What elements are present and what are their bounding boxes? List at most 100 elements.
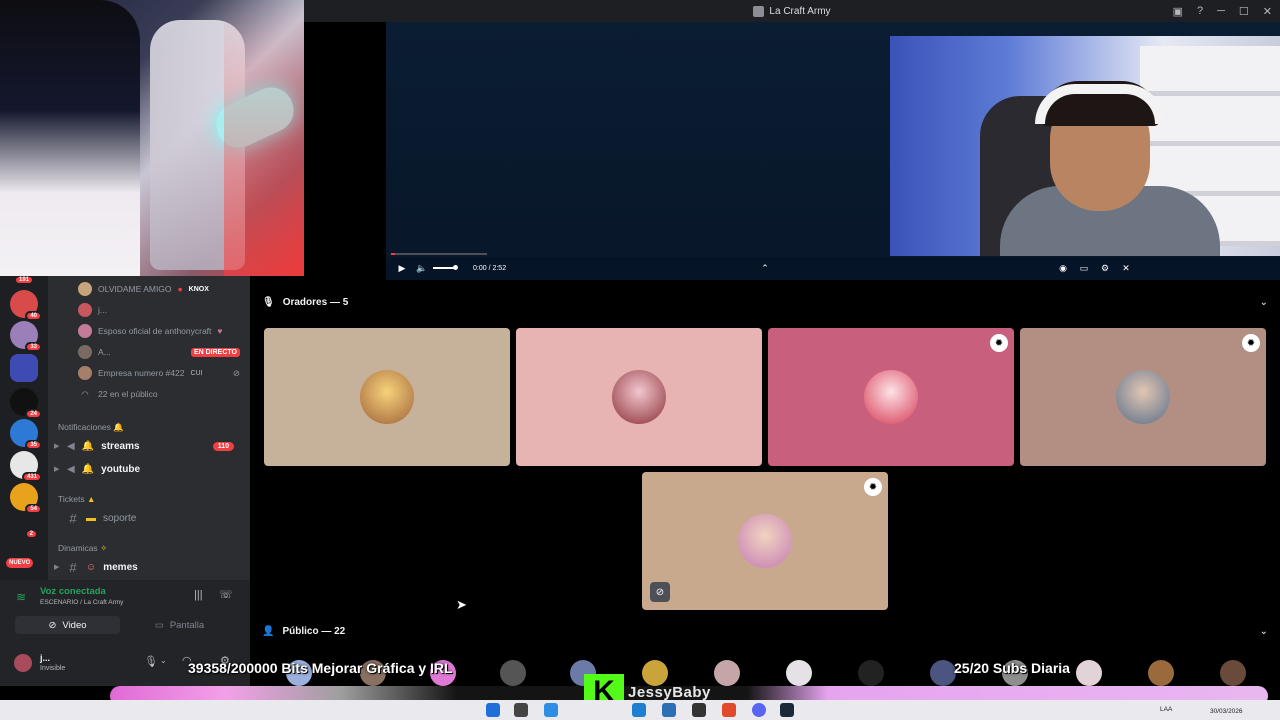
inbox-icon[interactable]: ▣: [1173, 5, 1183, 18]
avatar: [612, 370, 666, 424]
video-off-icon: ⊘: [48, 619, 57, 631]
hash-icon: #: [69, 510, 77, 526]
avatar: [78, 366, 92, 380]
category-tickets[interactable]: Tickets ▲: [58, 494, 95, 504]
speaker-tile[interactable]: [516, 328, 762, 466]
volume-slider[interactable]: [433, 265, 458, 270]
play-icon[interactable]: ▶: [395, 261, 409, 275]
help-icon[interactable]: ?: [1197, 5, 1203, 17]
noise-suppression-icon[interactable]: |||: [194, 589, 203, 601]
pip-icon[interactable]: ▭: [1077, 261, 1091, 275]
new-badge: NUEVO: [6, 558, 34, 568]
muted-icon: ⊘: [232, 367, 240, 378]
heart-icon: ♥: [217, 326, 223, 336]
server-icon[interactable]: 54: [10, 483, 42, 514]
app-icon[interactable]: [662, 703, 676, 717]
caret-icon: ▶: [54, 443, 60, 450]
audience-avatar[interactable]: [930, 660, 956, 686]
avatar[interactable]: [14, 654, 32, 672]
audience-avatar[interactable]: [1220, 660, 1246, 686]
exit-fullscreen-icon[interactable]: ✕: [1119, 261, 1133, 275]
speakers-header[interactable]: 🎙 Oradores — 5: [262, 297, 348, 308]
avatar: [360, 370, 414, 424]
chevron-down-icon[interactable]: ⌄: [1260, 297, 1268, 308]
server-icon[interactable]: 24: [10, 388, 42, 419]
edge-icon[interactable]: [544, 703, 558, 717]
chevron-up-icon[interactable]: ⌃: [758, 261, 772, 275]
server-icon[interactable]: 2: [14, 516, 38, 539]
server-icon: [753, 5, 765, 17]
settings-icon[interactable]: ⚙: [1098, 261, 1112, 275]
video-button[interactable]: ⊘ Video: [15, 616, 120, 634]
outlook-icon[interactable]: [632, 703, 646, 717]
server-icon[interactable]: 33: [10, 321, 42, 352]
windows-icon[interactable]: [486, 703, 500, 717]
title-bar: La Craft Army ▣ ? ─ ☐ ✕: [304, 0, 1280, 22]
date-display[interactable]: 30/03/2026: [1210, 708, 1243, 715]
audience-avatar[interactable]: [1148, 660, 1174, 686]
caret-icon: ▶: [54, 564, 60, 571]
app-icon[interactable]: [692, 703, 706, 717]
audience-avatar[interactable]: [642, 660, 668, 686]
microphone-icon[interactable]: 🎙: [144, 655, 158, 668]
voice-user[interactable]: A... EN DIRECTO: [78, 344, 240, 360]
people-icon: 👤: [262, 626, 275, 637]
audience-avatar[interactable]: [1076, 660, 1102, 686]
server-icon[interactable]: 431: [10, 451, 42, 482]
avatar: [78, 282, 92, 296]
audience-count[interactable]: ◠ 22 en el público: [78, 386, 157, 402]
person-icon: ▲: [86, 494, 96, 504]
channel-soporte[interactable]: # ▬ soporte: [54, 508, 244, 528]
speaker-tile[interactable]: ✹ ⊘: [642, 472, 888, 610]
voice-user[interactable]: OLVIDAME AMIGO ● KNOX: [78, 281, 209, 297]
toggle-icon[interactable]: ◉: [1056, 261, 1070, 275]
progress-bar[interactable]: [391, 253, 487, 255]
close-button[interactable]: ✕: [1263, 5, 1272, 18]
discord-icon[interactable]: [752, 703, 766, 717]
signal-icon: ≋: [16, 590, 27, 604]
language-indicator[interactable]: LAA: [1160, 706, 1172, 713]
bell-icon: 🔔: [113, 422, 124, 432]
audience-avatar[interactable]: [714, 660, 740, 686]
bell-icon: 🔔: [81, 440, 95, 452]
voice-user[interactable]: Esposo oficial de anthonycraft ♥: [78, 323, 222, 339]
steam-icon[interactable]: [780, 703, 794, 717]
brave-icon[interactable]: [722, 703, 736, 717]
voice-user[interactable]: Empresa numero #422 CUI ⊘: [78, 365, 240, 381]
screen-share-button[interactable]: ▭ Pantalla: [127, 616, 232, 634]
channel-youtube[interactable]: ▶ ◀ 🔔 youtube: [54, 459, 244, 479]
server-icon[interactable]: [10, 354, 38, 382]
brand-name: JessyBaby: [628, 684, 711, 701]
knox-icon: ●: [177, 284, 183, 294]
audience-header[interactable]: 👤 Público — 22: [262, 626, 345, 637]
category-notificaciones[interactable]: Notificaciones 🔔: [58, 422, 124, 433]
avatar: [864, 370, 918, 424]
maximize-button[interactable]: ☐: [1239, 5, 1249, 18]
speaker-tile[interactable]: [264, 328, 510, 466]
search-icon[interactable]: [514, 703, 528, 717]
speaker-tile[interactable]: ✹: [1020, 328, 1266, 466]
voice-user[interactable]: j...: [78, 302, 107, 318]
username: j...: [40, 653, 51, 663]
minimize-button[interactable]: ─: [1217, 5, 1225, 17]
volume-icon[interactable]: 🔈: [415, 261, 429, 275]
audience-avatar[interactable]: [858, 660, 884, 686]
category-dinamicas[interactable]: Dinamicas ✧: [58, 543, 107, 554]
avatar: [78, 345, 92, 359]
sparkle-icon: ✧: [100, 543, 108, 553]
chevron-down-icon[interactable]: ⌄: [1260, 626, 1268, 637]
moderator-icon: ✹: [864, 478, 882, 496]
mention-badge: 191: [16, 277, 33, 283]
muted-icon: ⊘: [650, 582, 670, 602]
channel-memes[interactable]: ▶ # ☺ memes: [54, 557, 244, 577]
server-icon[interactable]: 40: [10, 290, 42, 321]
audience-avatar[interactable]: [786, 660, 812, 686]
speaker-tile[interactable]: ✹: [768, 328, 1014, 466]
disconnect-icon[interactable]: ☏: [219, 588, 233, 601]
audience-avatar[interactable]: [500, 660, 526, 686]
channel-streams[interactable]: ▶ ◀ 🔔 streams 110: [54, 436, 244, 456]
caret-icon: ▶: [54, 466, 60, 473]
chevron-down-icon[interactable]: ⌄: [160, 656, 167, 665]
server-icon[interactable]: 35: [10, 419, 42, 450]
unread-badge: 110: [212, 441, 234, 451]
